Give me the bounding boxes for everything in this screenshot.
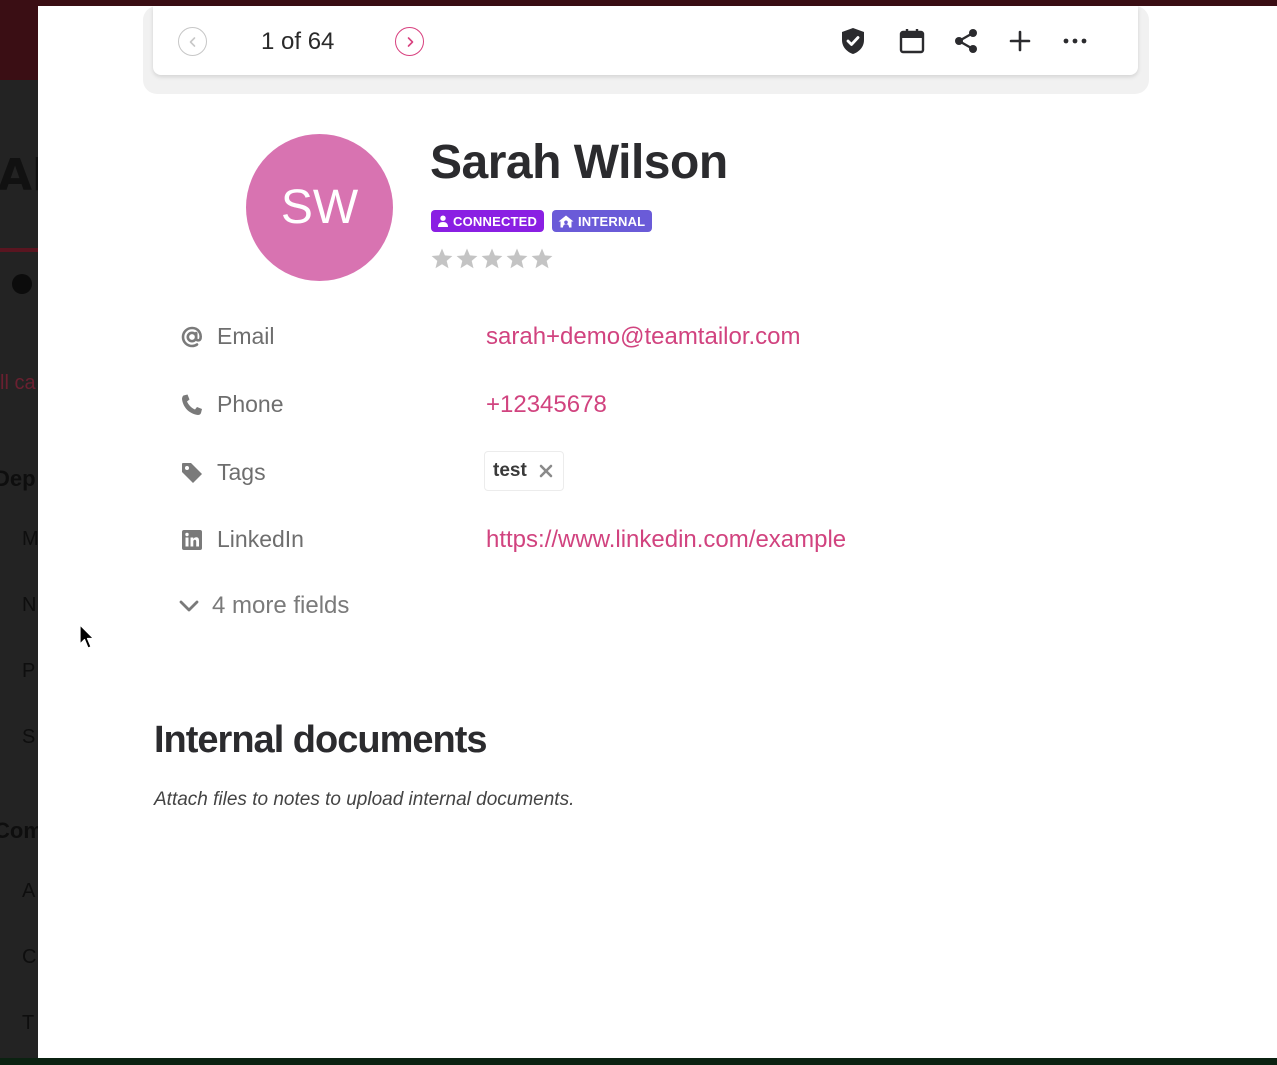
candidate-name: Sarah Wilson — [430, 136, 728, 189]
home-icon — [558, 215, 574, 227]
avatar-initials: SW — [280, 181, 359, 234]
more-horizontal-icon — [1063, 38, 1087, 44]
star-icon[interactable] — [455, 247, 479, 271]
background-heading: Dep — [0, 466, 36, 491]
star-icon[interactable] — [505, 247, 529, 271]
tag-chip[interactable]: test — [484, 451, 564, 491]
tag-icon — [180, 461, 204, 485]
background-pie-icon — [12, 274, 32, 294]
phone-label: Phone — [217, 391, 284, 417]
background-list-item: M — [22, 528, 39, 550]
internal-badge-label: INTERNAL — [578, 213, 646, 229]
close-icon — [539, 464, 553, 478]
shield-check-icon — [842, 28, 864, 54]
background-divider — [0, 248, 38, 252]
background-list-item: C — [22, 946, 37, 968]
linkedin-label: LinkedIn — [217, 526, 304, 552]
tags-field: Tags test — [180, 451, 1080, 491]
phone-field: Phone +12345678 — [180, 389, 1080, 421]
linkedin-icon — [180, 528, 204, 552]
mouse-cursor-icon — [79, 624, 95, 649]
connected-badge-label: CONNECTED — [453, 213, 538, 229]
star-icon[interactable] — [430, 247, 454, 271]
previous-candidate-button[interactable] — [178, 27, 207, 56]
background-list-item: S — [22, 726, 36, 748]
background-link: ll ca — [0, 372, 36, 394]
internal-documents-description: Attach files to notes to upload internal… — [154, 789, 575, 810]
gdpr-shield-button[interactable] — [838, 26, 868, 56]
background-edge — [0, 1058, 1277, 1065]
share-icon — [955, 29, 977, 53]
plus-icon — [1009, 30, 1031, 52]
tags-label: Tags — [217, 459, 266, 485]
user-icon — [438, 215, 448, 227]
connected-badge: CONNECTED — [431, 210, 545, 232]
email-link[interactable]: sarah+demo@teamtailor.com — [486, 321, 801, 353]
remove-tag-button[interactable] — [537, 462, 555, 480]
background-list-item: A — [22, 880, 36, 902]
add-button[interactable] — [1005, 26, 1035, 56]
star-icon[interactable] — [530, 247, 554, 271]
pager-text: 1 of 64 — [261, 28, 335, 55]
internal-documents-title: Internal documents — [154, 719, 487, 761]
chevron-right-icon — [407, 36, 413, 47]
email-field: Email sarah+demo@teamtailor.com — [180, 321, 1080, 353]
more-fields-toggle[interactable]: 4 more fields — [178, 592, 349, 620]
calendar-icon — [899, 29, 925, 54]
chevron-down-icon — [179, 600, 199, 612]
phone-icon — [180, 393, 204, 417]
share-button[interactable] — [951, 26, 981, 56]
next-candidate-button[interactable] — [395, 27, 424, 56]
background-list-item: T — [22, 1012, 35, 1034]
more-actions-button[interactable] — [1060, 26, 1090, 56]
avatar: SW — [246, 134, 393, 281]
background-heading: Com — [0, 818, 43, 843]
chevron-left-icon — [189, 36, 195, 47]
linkedin-link[interactable]: https://www.linkedin.com/example — [486, 524, 846, 556]
internal-badge: INTERNAL — [552, 210, 653, 232]
background-right-panel — [1253, 6, 1277, 1058]
schedule-meeting-button[interactable] — [897, 26, 927, 56]
linkedin-field: LinkedIn https://www.linkedin.com/exampl… — [180, 524, 1080, 556]
phone-link[interactable]: +12345678 — [486, 389, 607, 421]
star-icon[interactable] — [480, 247, 504, 271]
background-list-item: N — [22, 594, 37, 616]
email-label: Email — [217, 323, 275, 349]
at-icon — [180, 325, 204, 349]
tag-text: test — [493, 460, 527, 481]
more-fields-label: 4 more fields — [212, 592, 350, 619]
rating-stars[interactable] — [430, 247, 554, 271]
background-list-item: P — [22, 660, 36, 682]
